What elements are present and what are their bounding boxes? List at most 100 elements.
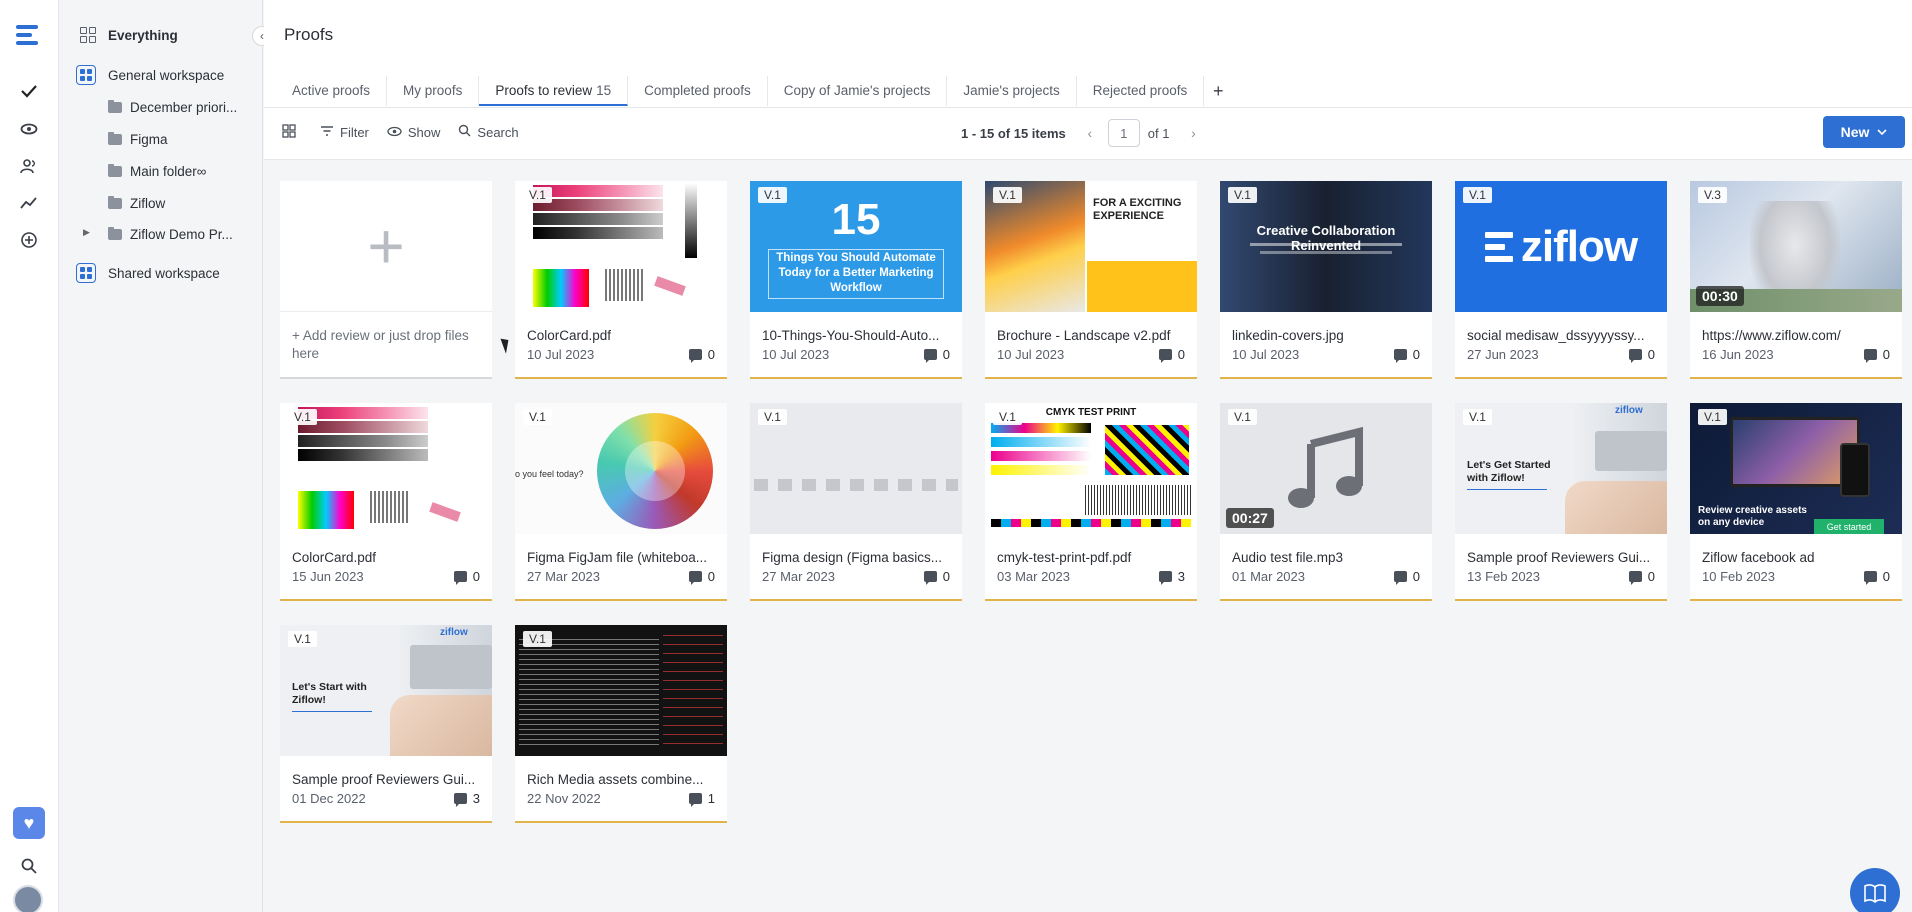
show-label: Show (407, 124, 441, 140)
add-thumb: + (280, 181, 492, 312)
comment-count: 0 (1393, 569, 1420, 585)
tab-label: Active proofs (292, 83, 371, 98)
folder-icon (108, 226, 122, 240)
comment-icon (688, 349, 702, 363)
prev-page-icon[interactable]: ‹ (1080, 125, 1100, 141)
users-icon[interactable] (14, 151, 44, 181)
avatar[interactable] (13, 885, 43, 912)
page-total: of 1 (1147, 125, 1170, 141)
eye-icon[interactable] (14, 114, 44, 144)
proof-date: 10 Jul 2023 (527, 347, 595, 362)
version-badge: V.1 (523, 187, 552, 203)
filter-button[interactable]: Filter (320, 124, 369, 140)
proof-card[interactable]: 00:27 V.1 Audio test file.mp3 01 Mar 202… (1220, 403, 1432, 601)
tab-my-proofs[interactable]: My proofs (387, 76, 480, 106)
proof-date: 22 Nov 2022 (527, 791, 601, 806)
comment-count: 0 (1863, 569, 1890, 585)
items-count: 1 - 15 of 15 items (961, 125, 1066, 141)
activity-icon[interactable] (14, 188, 44, 218)
sidebar: Everything ‹ General workspace December … (60, 0, 272, 912)
proof-name: cmyk-test-print-pdf.pdf (997, 550, 1132, 565)
expand-caret-icon[interactable]: ▶ (83, 227, 90, 238)
sidebar-item-label: Main folder∞ (130, 163, 207, 179)
comment-icon (1158, 349, 1172, 363)
tab-rejected-proofs[interactable]: Rejected proofs (1077, 76, 1205, 106)
grid-view-toggle[interactable] (282, 123, 302, 141)
chevron-down-icon (1877, 126, 1887, 138)
comment-count-value: 0 (1882, 569, 1890, 584)
pagination: 1 - 15 of 15 items ‹ 1 of 1 › (961, 119, 1203, 147)
proof-card[interactable]: Review creative assets on any device Get… (1690, 403, 1902, 601)
main-area: Proofs Active proofs My proofs Proofs to… (264, 0, 1912, 912)
proof-card[interactable]: FOR A EXCITING EXPERIENCE V.1 Brochure -… (985, 181, 1197, 379)
proof-card[interactable]: V.1 Rich Media assets combine... 22 Nov … (515, 625, 727, 823)
divider (264, 107, 1912, 108)
proof-card[interactable]: ziflow V.1 social medisaw_dssyyyyssy... … (1455, 181, 1667, 379)
proof-card[interactable]: ziflow Let's Start with Ziflow! V.1 Samp… (280, 625, 492, 823)
sidebar-folder-main[interactable]: Main folder∞ (108, 156, 206, 186)
proof-name: 10-Things-You-Should-Auto... (762, 328, 940, 343)
sidebar-item-label: Ziflow Demo Pr... (130, 226, 233, 242)
plus-circle-icon[interactable] (14, 225, 44, 255)
proof-name: ColorCard.pdf (292, 550, 377, 565)
comment-count-value: 0 (1882, 347, 1890, 362)
comment-count: 0 (1628, 347, 1655, 363)
proof-card[interactable]: 15 Things You Should Automate Today for … (750, 181, 962, 379)
next-page-icon[interactable]: › (1183, 125, 1203, 141)
plus-icon: + (367, 210, 405, 282)
help-book-icon[interactable] (1850, 868, 1900, 912)
version-badge: V.1 (1463, 187, 1492, 203)
sidebar-folder-ziflow-demo[interactable]: Ziflow Demo Pr... (108, 219, 233, 249)
comment-icon (1393, 349, 1407, 363)
new-button[interactable]: New (1823, 116, 1905, 148)
sidebar-folder-december[interactable]: December priori... (108, 92, 237, 122)
sidebar-item-shared-workspace[interactable]: Shared workspace (76, 258, 220, 288)
thumb-text: Let's Start with Ziflow! (292, 681, 367, 706)
proof-card[interactable]: V.1 ColorCard.pdf 10 Jul 2023 0 (515, 181, 727, 379)
add-tab-button[interactable]: + (1204, 76, 1232, 106)
version-badge: V.1 (1698, 409, 1727, 425)
proof-card[interactable]: Creative Collaboration Reinvented V.1 li… (1220, 181, 1432, 379)
sidebar-item-label: Shared workspace (108, 265, 220, 281)
thumb-text: Let's Get Started with Ziflow! (1467, 459, 1551, 484)
proof-card[interactable]: CMYK TEST PRINT V.1 cmyk-test-print-pdf.… (985, 403, 1197, 601)
thumb-text: Things You Should Automate Today for a B… (776, 252, 936, 294)
search-icon[interactable] (14, 851, 44, 881)
proof-card[interactable]: o you feel today? V.1 Figma FigJam file … (515, 403, 727, 601)
tab-jamies-projects[interactable]: Jamie's projects (947, 76, 1077, 106)
audio-duration: 00:27 (1226, 508, 1274, 528)
proof-name: Figma design (Figma basics... (762, 550, 943, 565)
comment-count-value: 3 (1177, 569, 1185, 584)
proof-date: 10 Feb 2023 (1702, 569, 1776, 584)
tab-active-proofs[interactable]: Active proofs (276, 76, 388, 106)
proof-card[interactable]: ziflow Let's Get Started with Ziflow! V.… (1455, 403, 1667, 601)
comment-count-value: 0 (472, 569, 480, 584)
proof-name: https://www.ziflow.com/ (1702, 328, 1841, 343)
page-input[interactable]: 1 (1107, 119, 1140, 147)
proof-card[interactable]: V.1 Figma design (Figma basics... 27 Mar… (750, 403, 962, 601)
heart-icon[interactable]: ♥ (13, 807, 45, 839)
comment-count-value: 0 (1412, 347, 1420, 362)
tab-copy-jamies-projects[interactable]: Copy of Jamie's projects (768, 76, 948, 106)
sidebar-folder-figma[interactable]: Figma (108, 124, 168, 154)
add-review-text: + Add review or just drop files here (292, 328, 469, 361)
sidebar-folder-ziflow[interactable]: Ziflow (108, 188, 165, 218)
search-button[interactable]: Search (458, 124, 519, 140)
tab-proofs-to-review[interactable]: Proofs to review 15 (479, 76, 629, 106)
tab-bar: Active proofs My proofs Proofs to review… (276, 76, 1232, 108)
ziflow-logo-icon[interactable] (12, 20, 46, 54)
comment-count-value: 0 (942, 347, 950, 362)
proof-card[interactable]: 00:30 V.3 https://www.ziflow.com/ 16 Jun… (1690, 181, 1902, 379)
proof-card[interactable]: V.1 ColorCard.pdf 15 Jun 2023 0 (280, 403, 492, 601)
check-icon[interactable] (14, 76, 44, 106)
sidebar-item-general-workspace[interactable]: General workspace (76, 60, 224, 90)
ziflow-wordmark: ziflow (1520, 221, 1638, 271)
tab-completed-proofs[interactable]: Completed proofs (628, 76, 768, 106)
show-button[interactable]: Show (387, 124, 441, 140)
add-review-card[interactable]: + + Add review or just drop files here (280, 181, 492, 379)
proof-name: Figma FigJam file (whiteboa... (527, 550, 708, 565)
grid-view-icon (282, 123, 296, 141)
comment-count-value: 1 (707, 791, 715, 806)
sidebar-item-everything[interactable]: Everything (80, 20, 178, 50)
comment-count: 3 (453, 791, 480, 807)
